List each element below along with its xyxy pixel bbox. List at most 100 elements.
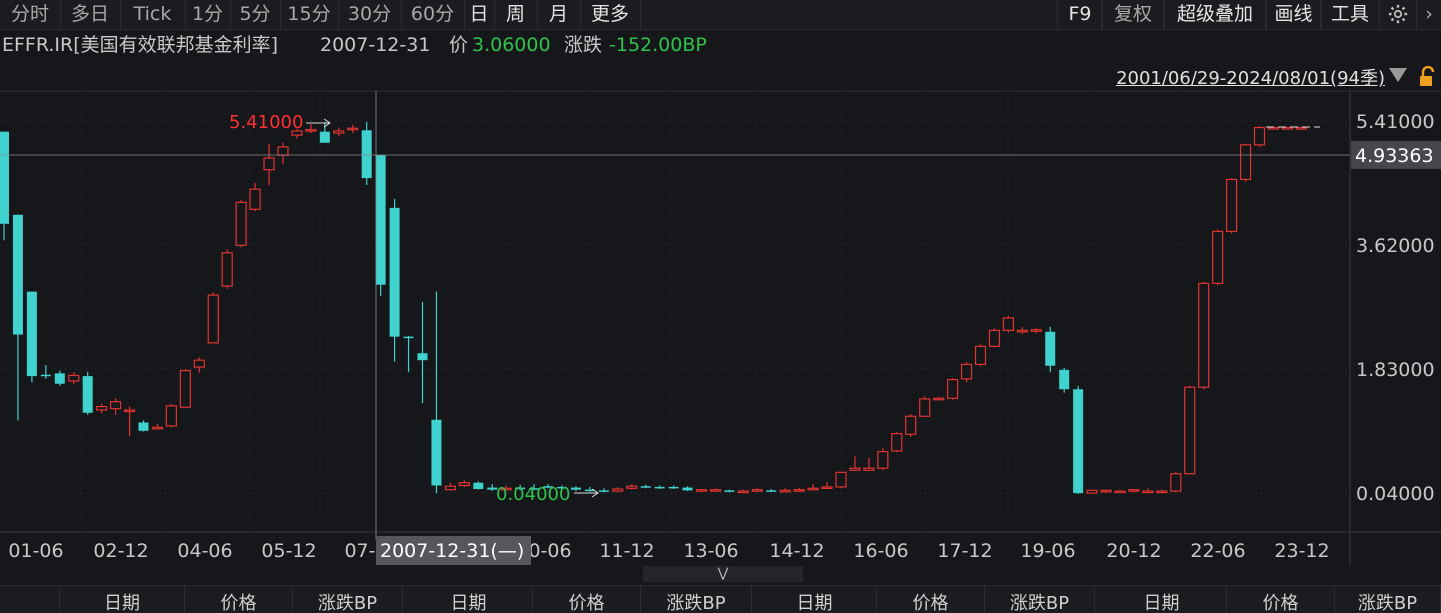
candle-body [403, 336, 414, 339]
table-header-cell: 价格 [877, 586, 985, 613]
candle-body [821, 486, 833, 489]
candle-body [1295, 126, 1307, 130]
candlestick-chart[interactable]: 5.41000 3.62000 1.83000 0.04000 01-06 02-12 04… [0, 0, 1441, 585]
candle-body [1281, 126, 1294, 130]
candle-body [96, 405, 108, 411]
candle-body [68, 374, 80, 382]
candle [1045, 326, 1056, 372]
collapse-toggle[interactable]: ⋁ [643, 566, 803, 582]
candle-body [793, 489, 805, 492]
candle-body [933, 397, 945, 401]
x-tick-label: 13-06 [683, 540, 738, 562]
candle [905, 414, 917, 438]
x-tick-label: 19-06 [1020, 540, 1075, 562]
candle-body [1253, 126, 1266, 146]
table-header-cell: 日期 [405, 586, 533, 613]
x-tick-label: 14-12 [769, 540, 824, 562]
x-tick-label: 01-06 [8, 540, 63, 562]
candle-body [570, 487, 581, 490]
crosshair-price-label: 4.93363 [1355, 145, 1434, 167]
candle-body [165, 405, 177, 427]
y-tick-label: 1.83000 [1356, 359, 1435, 381]
candle [960, 362, 973, 383]
candle-body [109, 401, 122, 410]
candle-body [319, 131, 330, 143]
candle-body [458, 482, 470, 487]
candle-body [709, 489, 722, 492]
y-tick-label: 5.41000 [1356, 111, 1435, 133]
candle-body [1156, 490, 1168, 494]
x-tick-label: 02-12 [93, 540, 148, 562]
candle-body [249, 188, 261, 210]
candle-body [1114, 490, 1126, 494]
table-header-cell: 日期 [60, 586, 185, 613]
data-table-header: 日期 价格 涨跌BP 日期 价格 涨跌BP 日期 价格 涨跌BP 日期 价格 涨跌BP [0, 585, 1441, 613]
candle-body [221, 252, 233, 287]
candle [375, 155, 386, 296]
candle-body [988, 329, 1001, 347]
candle-body [151, 426, 164, 430]
candle [1198, 281, 1210, 390]
table-header-spacer [0, 586, 60, 613]
candle-body [1170, 473, 1182, 492]
table-header-cell: 价格 [533, 586, 641, 613]
candle-body [668, 486, 679, 489]
x-tick-label: 11-12 [599, 540, 654, 562]
candle-body [1198, 282, 1210, 388]
candle [877, 448, 889, 471]
candle-body [640, 486, 651, 488]
min-price-annotation: 0.04000 [496, 484, 570, 505]
candle-body [612, 488, 624, 492]
y-tick-label: 3.62000 [1356, 235, 1435, 257]
candle-body [1059, 369, 1070, 390]
candle [1184, 385, 1196, 475]
x-tick-label: 23-12 [1274, 540, 1329, 562]
x-tick-label: 04-06 [177, 540, 232, 562]
candle-body [12, 214, 23, 335]
candle [1002, 315, 1015, 333]
candle [207, 292, 219, 344]
candle [1170, 471, 1182, 493]
x-tick-label: 0-06 [528, 540, 571, 562]
candle [974, 344, 987, 367]
candle-body [347, 127, 359, 131]
candle [891, 432, 903, 453]
candle-body [863, 467, 875, 471]
candle-body [626, 485, 638, 489]
candle-body [891, 432, 903, 452]
candle [179, 369, 191, 408]
candle [695, 488, 708, 492]
candle-body [1086, 489, 1098, 494]
candle-body [1030, 329, 1042, 332]
candle-body [444, 485, 456, 491]
candle-body [431, 419, 442, 486]
candle [1073, 385, 1084, 494]
candle [1253, 126, 1266, 147]
candle [1225, 178, 1238, 234]
candle [988, 328, 1001, 348]
candle-body [905, 415, 917, 435]
table-header-cell: 价格 [185, 586, 293, 613]
candle-body [1225, 178, 1238, 232]
candle-body [1016, 329, 1028, 333]
x-tick-label: 20-12 [1106, 540, 1161, 562]
candle [221, 249, 233, 289]
candle-body [919, 398, 931, 417]
candle-body [695, 489, 708, 492]
candle-body [82, 376, 93, 413]
double-chevron-down-icon: ⋁ [717, 566, 729, 581]
candle [1059, 367, 1070, 393]
candle-body [389, 207, 400, 337]
y-tick-label: 0.04000 [1356, 483, 1435, 505]
candle-body [263, 157, 275, 171]
candle-body [361, 130, 372, 179]
candle [919, 396, 931, 417]
candle-body [654, 486, 665, 489]
candle-body [375, 155, 386, 285]
crosshair-date-label: 2007-12-31(—) [380, 540, 524, 562]
candle-body [0, 131, 9, 224]
candle-body [54, 373, 65, 384]
x-tick-label: 17-12 [937, 540, 992, 562]
candle-body [946, 378, 959, 399]
candle-body [724, 490, 735, 492]
